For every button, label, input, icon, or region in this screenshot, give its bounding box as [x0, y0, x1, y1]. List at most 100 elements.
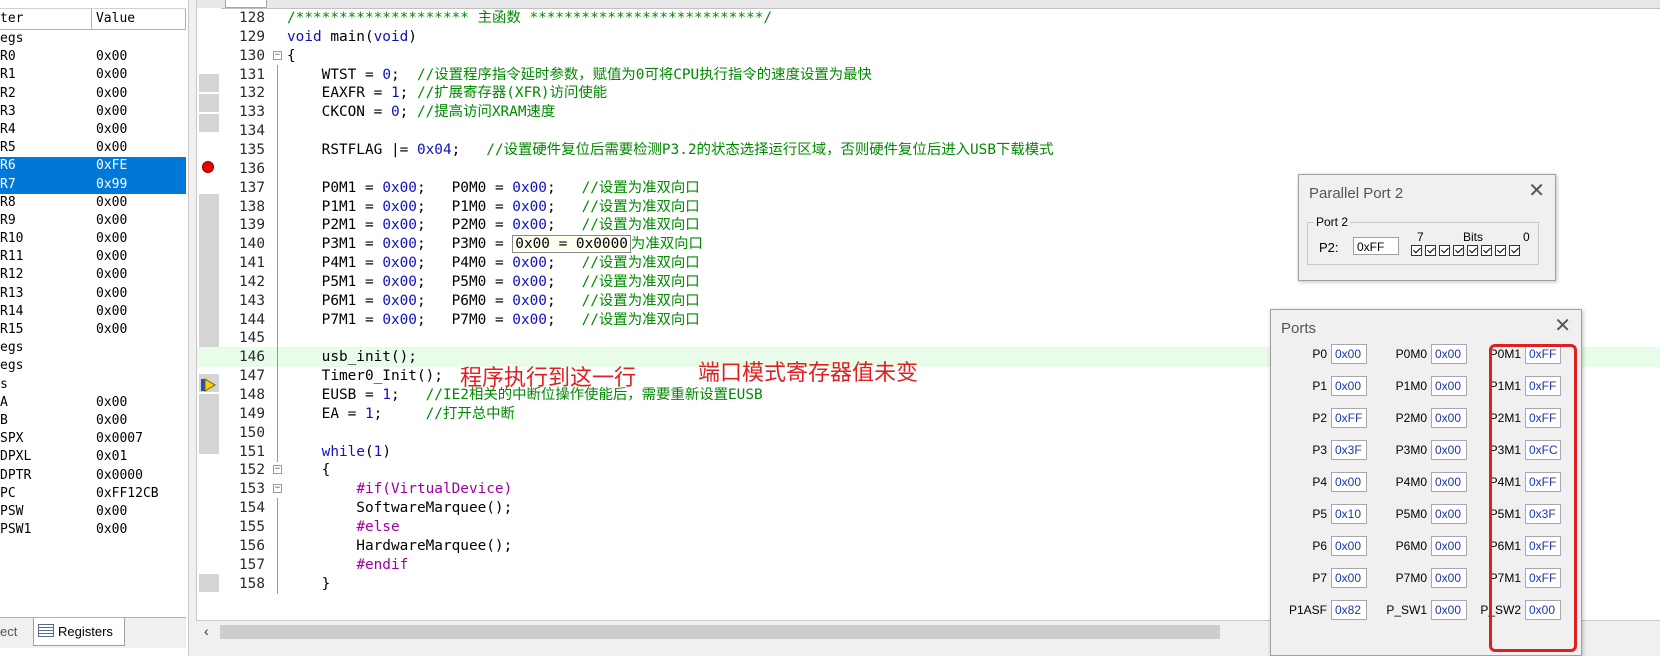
port-value-field[interactable]: 0x00: [1431, 600, 1467, 620]
register-row[interactable]: R12 0x00: [0, 266, 186, 284]
scroll-left-icon[interactable]: ‹: [204, 623, 209, 639]
register-row[interactable]: egs: [0, 30, 186, 48]
port-value-field[interactable]: 0x3F: [1331, 440, 1367, 460]
code-line[interactable]: 128 /******************** 主函数 ***********…: [197, 8, 1660, 28]
register-row[interactable]: egs: [0, 339, 186, 357]
register-row[interactable]: R4 0x00: [0, 121, 186, 139]
port-label: P5: [1312, 507, 1327, 521]
bit-checkbox-2[interactable]: [1481, 245, 1492, 256]
port-value-field[interactable]: 0x00: [1431, 472, 1467, 492]
column-header-value[interactable]: Value: [92, 9, 186, 29]
port-value-field[interactable]: 0x00: [1431, 376, 1467, 396]
close-icon[interactable]: ✕: [1528, 181, 1545, 201]
bit-checkbox-0[interactable]: [1509, 245, 1520, 256]
port-value-field[interactable]: 0x00: [1431, 504, 1467, 524]
port-value-field[interactable]: 0x00: [1331, 568, 1367, 588]
bit-checkboxes: [1411, 245, 1520, 256]
fold-toggle-icon[interactable]: −: [273, 484, 282, 494]
code-token: //设置为准双向口: [581, 292, 700, 309]
register-row[interactable]: R7 0x99: [0, 175, 186, 194]
register-row[interactable]: R10 0x00: [0, 230, 186, 248]
register-value: [96, 357, 186, 375]
bit-checkbox-1[interactable]: [1495, 245, 1506, 256]
bit-checkbox-5[interactable]: [1439, 245, 1450, 256]
port-value-field[interactable]: 0x10: [1331, 504, 1367, 524]
bit-checkbox-3[interactable]: [1467, 245, 1478, 256]
register-row[interactable]: PC 0xFF12CB: [0, 485, 186, 503]
bit-checkbox-7[interactable]: [1411, 245, 1422, 256]
code-line[interactable]: 129 void main(void): [197, 27, 1660, 47]
register-row[interactable]: s: [0, 376, 186, 394]
register-row[interactable]: R9 0x00: [0, 212, 186, 230]
fold-guide: [277, 102, 278, 123]
fold-toggle-icon[interactable]: −: [273, 465, 282, 475]
line-number: 135: [239, 141, 265, 158]
register-row[interactable]: DPTR 0x0000: [0, 467, 186, 485]
port-value-field[interactable]: 0x00: [1431, 344, 1467, 364]
bit-checkbox-6[interactable]: [1425, 245, 1436, 256]
register-value: 0x00: [96, 231, 128, 247]
register-value: 0xFE: [96, 158, 128, 174]
fold-guide: [277, 177, 278, 198]
code-token: ;: [546, 292, 582, 309]
register-row[interactable]: R2 0x00: [0, 85, 186, 103]
port-value-field[interactable]: 0x00: [1331, 376, 1367, 396]
register-row[interactable]: PSW 0x00: [0, 503, 186, 521]
register-value: 0x00: [96, 85, 128, 101]
code-line[interactable]: 133 CKCON = 0; //提高访问XRAM速度: [197, 102, 1660, 123]
register-row[interactable]: B 0x00: [0, 412, 186, 430]
register-row[interactable]: DPXL 0x01: [0, 448, 186, 466]
register-row[interactable]: R6 0xFE: [0, 157, 186, 176]
port-value-field[interactable]: 0x82: [1331, 600, 1367, 620]
port-value-field[interactable]: 0x00: [1331, 536, 1367, 556]
code-token: 0x00: [382, 179, 417, 196]
port-value-field[interactable]: 0xFF: [1331, 408, 1367, 428]
register-row[interactable]: R14 0x00: [0, 303, 186, 321]
register-row[interactable]: R3 0x00: [0, 103, 186, 121]
register-row[interactable]: egs: [0, 357, 186, 375]
code-line[interactable]: 134: [197, 121, 1660, 142]
fold-toggle-icon[interactable]: −: [273, 50, 282, 60]
editor-tab[interactable]: [225, 0, 267, 8]
code-token: P6M1 =: [287, 292, 383, 309]
tab-registers[interactable]: Registers: [33, 618, 125, 646]
port-value-field[interactable]: 0x00: [1331, 472, 1367, 492]
register-row[interactable]: PSW1 0x00: [0, 521, 186, 539]
port-label: P0M0: [1395, 347, 1427, 361]
register-value: 0x00: [96, 212, 128, 228]
register-name: PSW: [0, 503, 24, 519]
port-value-field[interactable]: 0x00: [1331, 344, 1367, 364]
code-line[interactable]: 132 EAXFR = 1; //扩展寄存器(XFR)访问使能: [197, 83, 1660, 104]
port-value-field[interactable]: 0x00: [1431, 568, 1467, 588]
code-line[interactable]: 130−{: [197, 46, 1660, 66]
close-icon[interactable]: ✕: [1554, 316, 1571, 336]
code-token: 0x00: [382, 236, 417, 253]
register-row[interactable]: SPX 0x0007: [0, 430, 186, 448]
bit-checkbox-4[interactable]: [1453, 245, 1464, 256]
register-row[interactable]: R13 0x00: [0, 285, 186, 303]
p2-value-field[interactable]: 0xFF: [1353, 237, 1399, 255]
code-line[interactable]: 131 WTST = 0; //设置程序指令延时参数，赋值为0可将CPU执行指令…: [197, 64, 1660, 85]
port-value-field[interactable]: 0x00: [1431, 408, 1467, 428]
port-value-field[interactable]: 0x00: [1431, 440, 1467, 460]
register-row[interactable]: R0 0x00: [0, 48, 186, 66]
code-token: //设置程序指令延时参数，赋值为0可将CPU执行指令的速度设置为最快: [416, 66, 872, 83]
port-value-field[interactable]: 0x00: [1431, 536, 1467, 556]
register-row[interactable]: A 0x00: [0, 394, 186, 412]
column-header-register[interactable]: ter: [0, 9, 92, 29]
fold-guide: [277, 271, 278, 292]
code-text: WTST = 0; //设置程序指令延时参数，赋值为0可将CPU执行指令的速度设…: [287, 65, 872, 85]
code-text: P2M1 = 0x00; P2M0 = 0x00; //设置为准双向口: [287, 215, 700, 235]
code-line[interactable]: 143 P6M1 = 0x00; P6M0 = 0x00; //设置为准双向口: [197, 290, 1660, 311]
register-row[interactable]: R8 0x00: [0, 194, 186, 212]
scrollbar-thumb[interactable]: [220, 625, 1220, 639]
tab-project[interactable]: ect: [0, 618, 30, 646]
fold-guide: [277, 121, 278, 142]
register-row[interactable]: R11 0x00: [0, 248, 186, 266]
code-line[interactable]: 135 RSTFLAG |= 0x04; //设置硬件复位后需要检测P3.2的状…: [197, 139, 1660, 160]
register-row[interactable]: R5 0x00: [0, 139, 186, 157]
code-token: 0: [382, 66, 391, 83]
register-row[interactable]: R15 0x00: [0, 321, 186, 339]
code-token: RSTFLAG |=: [287, 141, 417, 158]
register-row[interactable]: R1 0x00: [0, 66, 186, 84]
